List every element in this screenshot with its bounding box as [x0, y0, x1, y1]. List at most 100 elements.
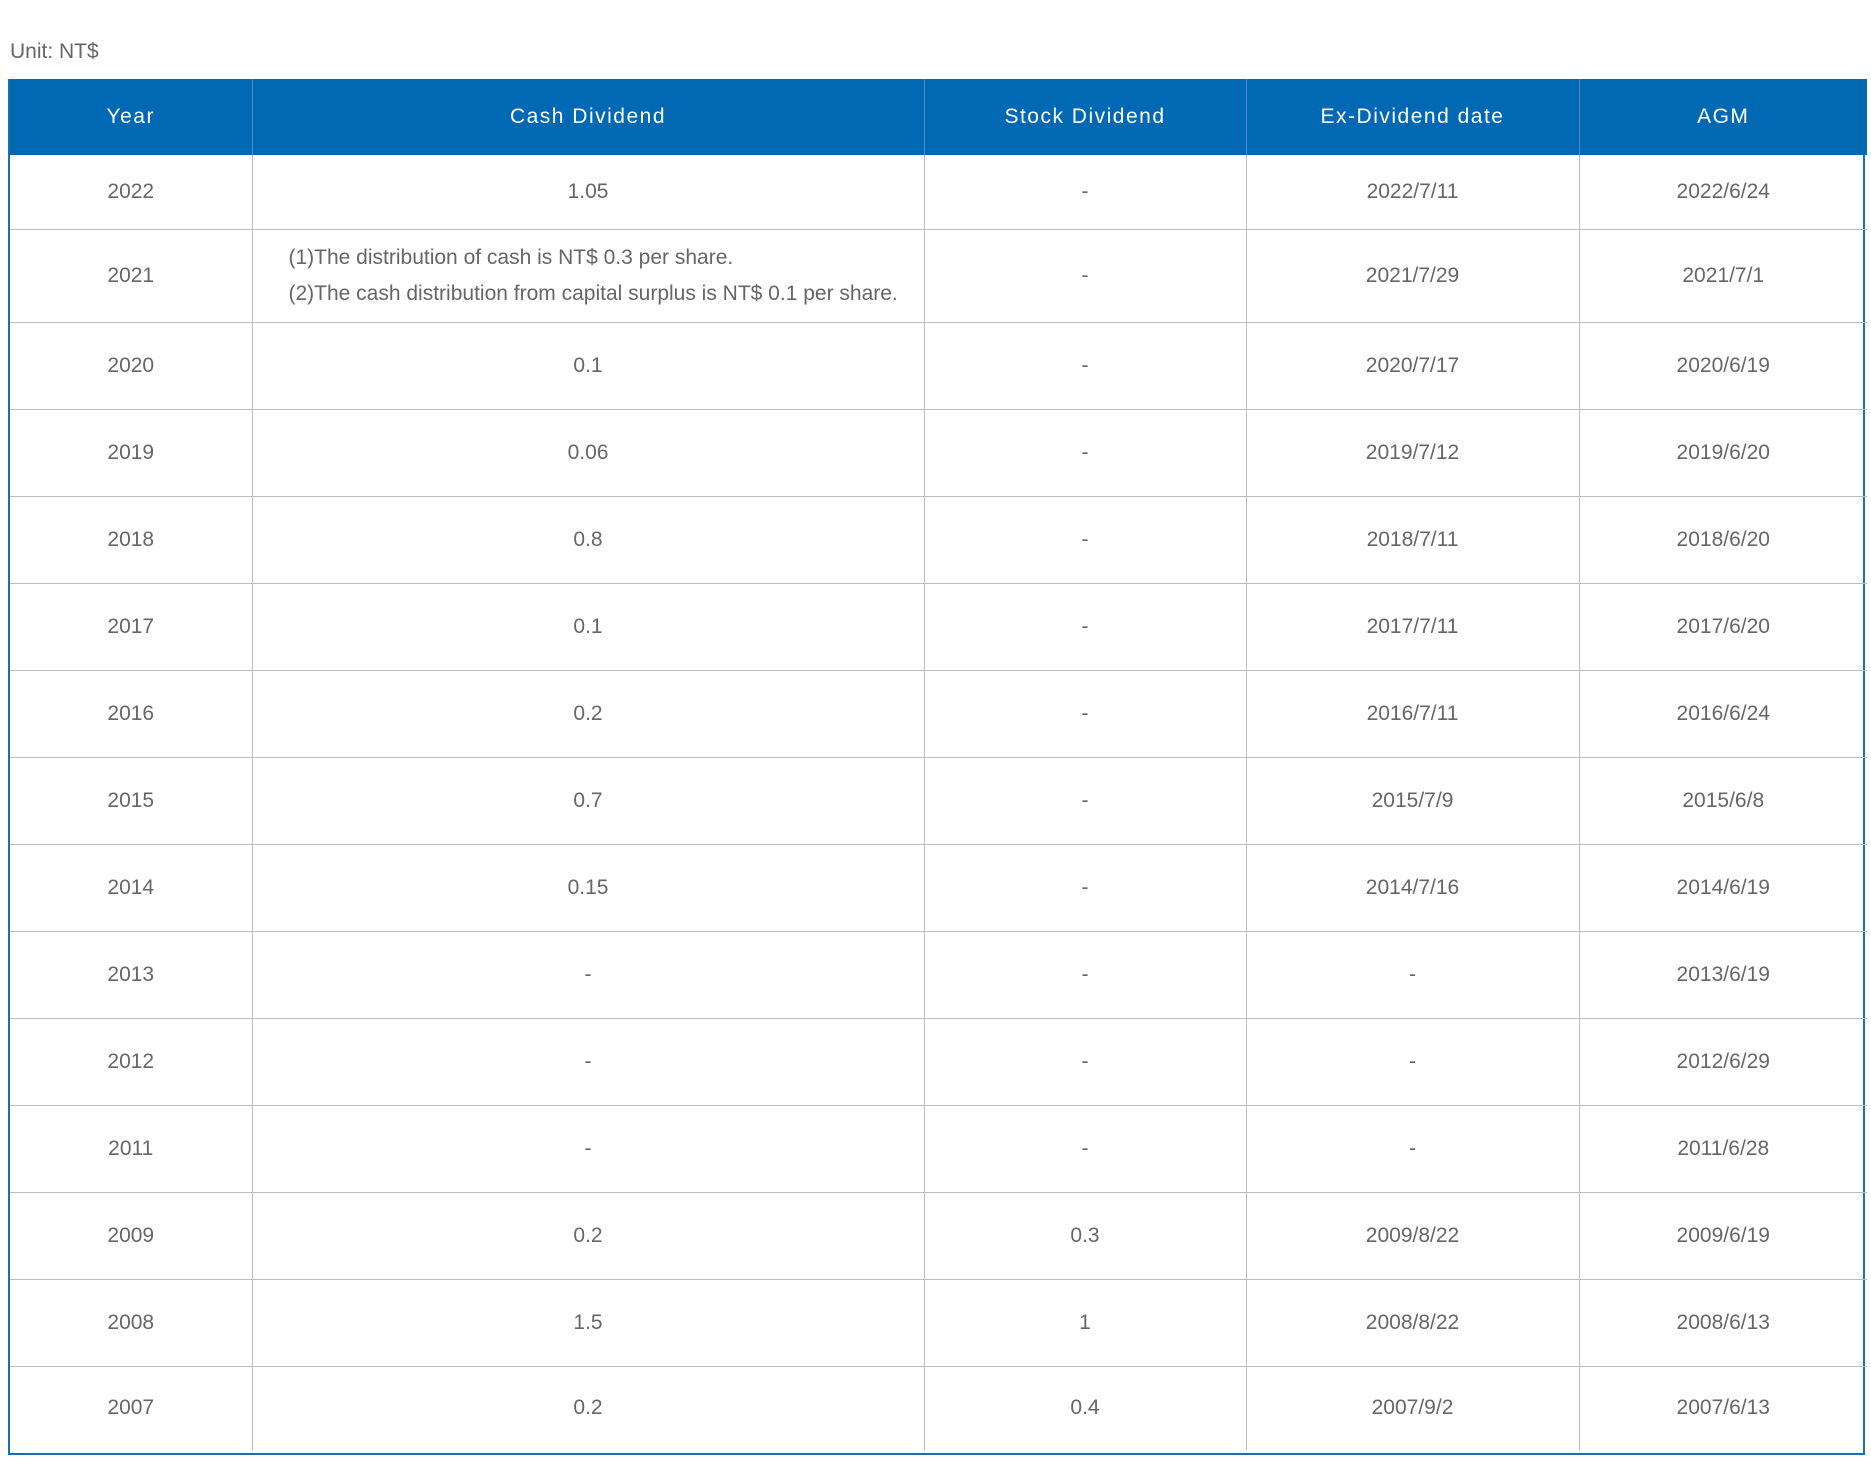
cell-year: 2021	[10, 228, 252, 322]
cell-ex-dividend-date: 2021/7/29	[1245, 228, 1579, 322]
cell-cash-dividend: 0.15	[251, 843, 924, 931]
cell-cash-dividend: -	[251, 1104, 924, 1192]
table-row: 2020 0.1 - 2020/7/17 2020/6/19	[10, 321, 1867, 409]
cell-agm: 2008/6/13	[1578, 1278, 1867, 1366]
cell-cash-dividend: 0.1	[251, 321, 924, 409]
cell-stock-dividend: 0.3	[923, 1191, 1246, 1279]
cell-agm: 2017/6/20	[1578, 582, 1867, 670]
table-row: 2021 (1)The distribution of cash is NT$ …	[10, 228, 1867, 322]
cell-year: 2018	[10, 495, 252, 583]
cell-cash-dividend: 0.8	[251, 495, 924, 583]
cell-year: 2020	[10, 321, 252, 409]
cell-stock-dividend: -	[923, 582, 1246, 670]
table-row: 2018 0.8 - 2018/7/11 2018/6/20	[10, 495, 1867, 583]
cell-stock-dividend: -	[923, 669, 1246, 757]
cell-cash-dividend: -	[251, 930, 924, 1018]
cell-stock-dividend: -	[923, 843, 1246, 931]
cell-ex-dividend-date: -	[1245, 1017, 1579, 1105]
cell-ex-dividend-date: 2022/7/11	[1245, 155, 1579, 229]
cell-stock-dividend: -	[923, 321, 1246, 409]
cell-ex-dividend-date: 2020/7/17	[1245, 321, 1579, 409]
unit-label: Unit: NT$	[10, 40, 99, 63]
header-agm: AGM	[1578, 79, 1867, 155]
cell-year: 2007	[10, 1365, 252, 1450]
cell-year: 2015	[10, 756, 252, 844]
cell-agm: 2007/6/13	[1578, 1365, 1867, 1450]
cell-stock-dividend: -	[923, 228, 1246, 322]
dividend-table-container: Year Cash Dividend Stock Dividend Ex-Div…	[8, 79, 1867, 1455]
cell-agm: 2013/6/19	[1578, 930, 1867, 1018]
cell-agm: 2022/6/24	[1578, 155, 1867, 229]
header-row: Year Cash Dividend Stock Dividend Ex-Div…	[10, 79, 1867, 155]
cell-ex-dividend-date: 2008/8/22	[1245, 1278, 1579, 1366]
cell-agm: 2016/6/24	[1578, 669, 1867, 757]
cell-cash-dividend: -	[251, 1017, 924, 1105]
cell-cash-dividend: 1.05	[251, 155, 924, 229]
cell-stock-dividend: -	[923, 495, 1246, 583]
cell-stock-dividend: 1	[923, 1278, 1246, 1366]
cell-stock-dividend: -	[923, 756, 1246, 844]
cell-year: 2008	[10, 1278, 252, 1366]
cell-ex-dividend-date: 2019/7/12	[1245, 408, 1579, 496]
table-row: 2019 0.06 - 2019/7/12 2019/6/20	[10, 408, 1867, 496]
header-ex-dividend-date: Ex-Dividend date	[1245, 79, 1579, 155]
table-header: Year Cash Dividend Stock Dividend Ex-Div…	[10, 79, 1867, 155]
table-row: 2016 0.2 - 2016/7/11 2016/6/24	[10, 669, 1867, 757]
cell-year: 2022	[107, 179, 155, 203]
cell-agm: 2012/6/29	[1578, 1017, 1867, 1105]
cell-stock-dividend: -	[923, 930, 1246, 1018]
cell-ex-dividend-date: 2017/7/11	[1245, 582, 1579, 670]
header-cash-dividend: Cash Dividend	[251, 79, 924, 155]
cell-ex-dividend-date: -	[1245, 1104, 1579, 1192]
cell-year: 2014	[10, 843, 252, 931]
cell-stock-dividend: 0.4	[923, 1365, 1246, 1450]
header-year: Year	[10, 79, 252, 155]
cell-agm: 2015/6/8	[1578, 756, 1867, 844]
cell-stock-dividend: -	[923, 1104, 1246, 1192]
cell-ex-dividend-date: 2009/8/22	[1245, 1191, 1579, 1279]
cell-cash-dividend: 1.5	[251, 1278, 924, 1366]
cell-year: 2017	[10, 582, 252, 670]
cell-agm: 2014/6/19	[1578, 843, 1867, 931]
cell-agm: 2021/7/1	[1578, 228, 1867, 322]
table-row: 2011 - - - 2011/6/28	[10, 1104, 1867, 1192]
cell-ex-dividend-date: 2018/7/11	[1245, 495, 1579, 583]
cell-stock-dividend: -	[923, 155, 1246, 229]
header-stock-dividend: Stock Dividend	[923, 79, 1246, 155]
table-row: 2022 1.05 - 2022/7/11 2022/6/24	[10, 155, 1867, 229]
cell-stock-dividend: -	[923, 408, 1246, 496]
cell-year: 2009	[10, 1191, 252, 1279]
cell-ex-dividend-date: -	[1245, 930, 1579, 1018]
table-row: 2017 0.1 - 2017/7/11 2017/6/20	[10, 582, 1867, 670]
cell-agm: 2011/6/28	[1578, 1104, 1867, 1192]
cell-year: 2019	[10, 408, 252, 496]
table-row: 2007 0.2 0.4 2007/9/2 2007/6/13	[10, 1365, 1867, 1450]
table-row: 2008 1.5 1 2008/8/22 2008/6/13	[10, 1278, 1867, 1366]
table-body: 2022 1.05 - 2022/7/11 2022/6/24 2021 (1)…	[10, 155, 1867, 1450]
cell-ex-dividend-date: 2015/7/9	[1245, 756, 1579, 844]
cell-year: 2016	[10, 669, 252, 757]
cell-agm: 2019/6/20	[1578, 408, 1867, 496]
cell-cash-dividend: 0.7	[251, 756, 924, 844]
cell-cash-dividend: (1)The distribution of cash is NT$ 0.3 p…	[251, 228, 924, 322]
cell-cash-dividend: 0.06	[251, 408, 924, 496]
cell-cash-dividend: 0.2	[251, 1191, 924, 1279]
table-row: 2014 0.15 - 2014/7/16 2014/6/19	[10, 843, 1867, 931]
cell-year: 2013	[10, 930, 252, 1018]
cell-cash-dividend: 0.2	[251, 669, 924, 757]
table-row: 2013 - - - 2013/6/19	[10, 930, 1867, 1018]
cash-dividend-note-2: (2)The cash distribution from capital su…	[288, 281, 898, 305]
cash-dividend-note-1: (1)The distribution of cash is NT$ 0.3 p…	[288, 245, 734, 269]
cell-agm: 2009/6/19	[1578, 1191, 1867, 1279]
cell-ex-dividend-date: 2016/7/11	[1245, 669, 1579, 757]
cell-year: 2012	[10, 1017, 252, 1105]
table-row: 2009 0.2 0.3 2009/8/22 2009/6/19	[10, 1191, 1867, 1279]
cell-cash-dividend: 0.1	[251, 582, 924, 670]
cell-stock-dividend: -	[923, 1017, 1246, 1105]
dividend-table: Year Cash Dividend Stock Dividend Ex-Div…	[10, 79, 1867, 1450]
table-row: 2012 - - - 2012/6/29	[10, 1017, 1867, 1105]
cell-agm: 2020/6/19	[1578, 321, 1867, 409]
cell-cash-dividend: 0.2	[251, 1365, 924, 1450]
cell-ex-dividend-date: 2014/7/16	[1245, 843, 1579, 931]
cell-agm: 2018/6/20	[1578, 495, 1867, 583]
